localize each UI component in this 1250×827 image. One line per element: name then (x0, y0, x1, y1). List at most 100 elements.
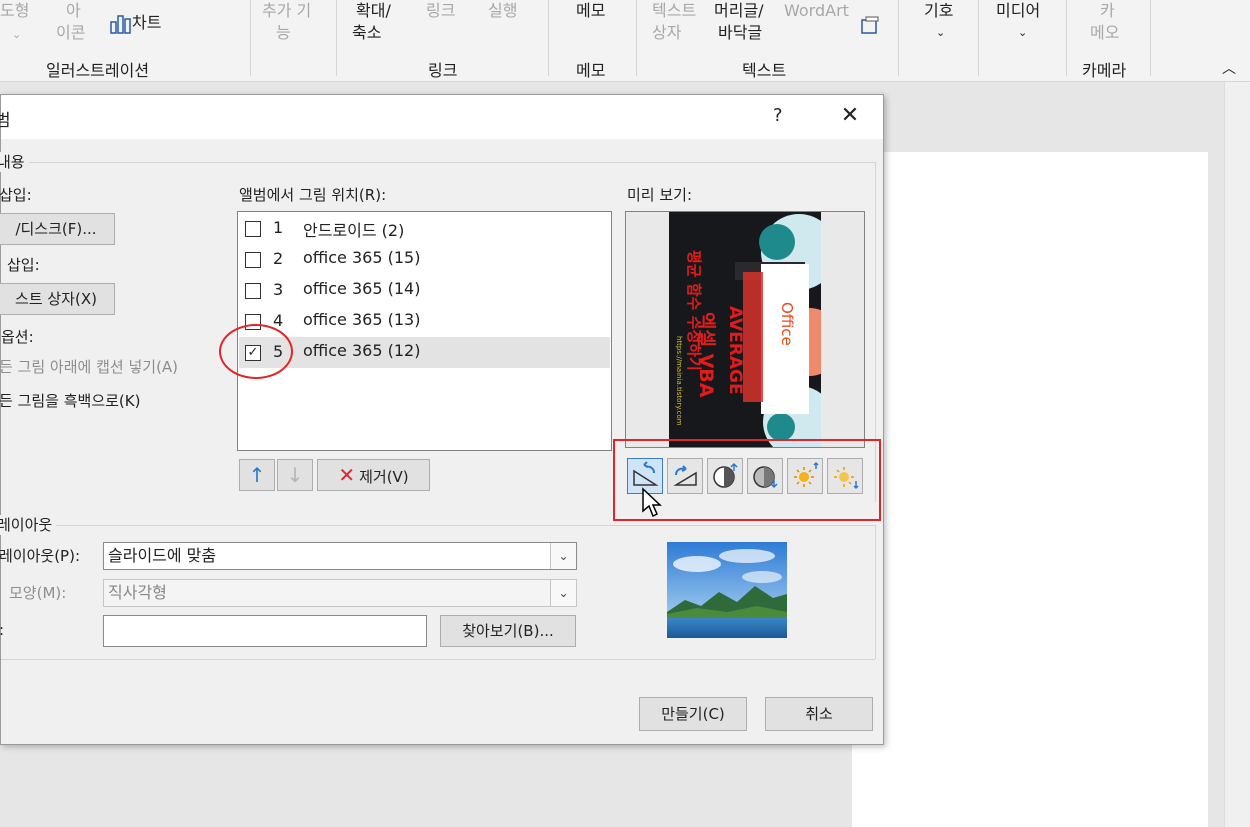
browse-button[interactable]: 찾아보기(B)... (440, 615, 576, 647)
insert-from-label: 삽입: (0, 186, 32, 204)
theme-label: : (0, 620, 4, 640)
move-up-button[interactable]: ↑ (239, 459, 275, 491)
object-icon[interactable] (860, 16, 880, 42)
picture-name: office 365 (13) (303, 310, 421, 329)
mouse-cursor-icon (641, 487, 663, 523)
ribbon-camera-label-2[interactable]: 메오 (1090, 22, 1119, 44)
ribbon-group-text: 텍스트 (742, 61, 787, 80)
remove-button[interactable]: ✕ 제거(V) (317, 459, 430, 491)
layout-section-label: 레이아웃 (0, 515, 57, 535)
theme-input[interactable] (103, 615, 427, 647)
picture-name: office 365 (14) (303, 279, 421, 298)
ribbon-group-links: 링크 (428, 61, 458, 80)
ribbon-chart-button[interactable]: 차트 (110, 12, 161, 34)
pictures-listbox[interactable]: 1 안드로이드 (2) 2 office 365 (15) 3 office 3… (237, 211, 612, 451)
layout-frame-right (875, 525, 876, 659)
list-item[interactable]: 2 office 365 (15) (239, 244, 610, 275)
content-frame-top (1, 162, 875, 163)
chevron-down-icon: ⌄ (936, 26, 946, 39)
preview-subtitle: 평균 함수 수정하기 (685, 250, 703, 371)
ribbon-textbox-label-2[interactable]: 상자 (652, 22, 681, 44)
new-textbox-button[interactable]: 스트 상자(X) (0, 283, 115, 315)
ribbon-comment-label[interactable]: 메모 (576, 0, 605, 22)
chevron-down-icon[interactable]: ⌄ (550, 580, 576, 606)
picture-number: 1 (273, 218, 284, 237)
file-disk-button[interactable]: /디스크(F)... (0, 213, 115, 245)
picture-name: office 365 (15) (303, 248, 421, 267)
ribbon-media-label[interactable]: 미디어 (996, 0, 1040, 22)
list-item[interactable]: 1 안드로이드 (2) (239, 213, 610, 244)
list-item[interactable]: 4 office 365 (13) (239, 306, 610, 337)
picture-layout-label: 레이아웃(P): (0, 547, 81, 565)
create-button[interactable]: 만들기(C) (639, 697, 747, 731)
preview-image: 엑셀 VBA AVERAGE 평균 함수 수정하기 https://mainia… (669, 212, 821, 447)
remove-button-label: 제거(V) (359, 468, 409, 486)
ribbon-icons-label-1[interactable]: 아 (66, 0, 81, 22)
ribbon: 도형 ⌄ 아 이콘 차트 일러스트레이션 추가 기 능 확대/ 축소 링크 실행… (0, 0, 1250, 82)
picture-checkbox[interactable] (245, 252, 261, 268)
ribbon-camera-label-1[interactable]: 카 (1100, 0, 1115, 22)
ribbon-zoom-label-2[interactable]: 축소 (352, 22, 381, 44)
arrow-down-icon: ↓ (286, 463, 304, 487)
picture-layout-value: 슬라이드에 맞춤 (108, 546, 217, 565)
preview-url: https://mainia.tistory.com (675, 336, 683, 426)
layout-frame-top (1, 525, 875, 526)
ribbon-shapes-label[interactable]: 도형 (0, 0, 29, 22)
ribbon-icons-label-2[interactable]: 이콘 (56, 22, 85, 44)
picture-name: office 365 (12) (303, 341, 421, 360)
ribbon-divider (978, 0, 979, 76)
pictures-in-album-label: 앨범에서 그림 위치(R): (239, 186, 387, 204)
frame-shape-select[interactable]: 직사각형 ⌄ (103, 579, 577, 607)
ribbon-chart-label: 차트 (132, 13, 162, 32)
picture-name: 안드로이드 (2) (303, 221, 405, 240)
content-section-label: 내용 (0, 152, 29, 172)
frame-shape-label: 모양(M): (9, 584, 67, 602)
photo-album-dialog: 범 ? ✕ 내용 삽입: /디스크(F)... 삽입: 스트 상자(X) 옵션:… (0, 94, 884, 745)
office-logo-text: Office (778, 302, 796, 346)
captions-below-checkbox[interactable]: 든 그림 아래에 캡션 넣기(A) (0, 357, 178, 377)
ribbon-addins-label-1[interactable]: 추가 기 (262, 0, 311, 22)
chevron-down-icon: ⌄ (12, 28, 22, 41)
ribbon-group-comments: 메모 (576, 61, 606, 80)
picture-layout-select[interactable]: 슬라이드에 맞춤 ⌄ (103, 542, 577, 570)
cancel-button[interactable]: 취소 (765, 697, 873, 731)
list-item-selected[interactable]: ✓ 5 office 365 (12) (239, 337, 610, 368)
picture-checkbox[interactable] (245, 221, 261, 237)
picture-checkbox[interactable] (245, 283, 261, 299)
move-down-button[interactable]: ↓ (277, 459, 313, 491)
preview-label: 미리 보기: (627, 186, 693, 204)
chevron-down-icon: ⌄ (1018, 26, 1028, 39)
ribbon-addins-label-2[interactable]: 능 (276, 22, 291, 44)
ribbon-header-footer-label-2[interactable]: 바닥글 (718, 22, 762, 44)
ribbon-wordart-label[interactable]: WordArt (784, 0, 849, 22)
ribbon-divider (336, 0, 337, 76)
dialog-titlebar: 범 ? ✕ (0, 95, 883, 139)
ribbon-divider (250, 0, 251, 76)
ribbon-header-footer-label-1[interactable]: 머리글/ (714, 0, 764, 22)
highlight-circle (219, 324, 293, 379)
picture-number: 3 (273, 280, 284, 299)
picture-options-label: 옵션: (1, 328, 34, 346)
ribbon-divider (1150, 0, 1151, 76)
help-button[interactable]: ? (773, 105, 783, 126)
preview-title-line2: AVERAGE (725, 306, 745, 395)
remove-x-icon: ✕ (338, 463, 356, 487)
list-item[interactable]: 3 office 365 (14) (239, 275, 610, 306)
all-black-white-checkbox[interactable]: 든 그림을 흑백으로(K) (0, 391, 140, 411)
ribbon-group-illustrations: 일러스트레이션 (46, 61, 150, 80)
ribbon-divider (1066, 0, 1067, 76)
vertical-scrollbar[interactable] (1224, 82, 1250, 827)
ribbon-zoom-label-1[interactable]: 확대/ (356, 0, 391, 22)
insert-text-label: 삽입: (7, 256, 40, 274)
slide-canvas[interactable] (852, 152, 1208, 827)
ribbon-action-label[interactable]: 실행 (488, 0, 517, 22)
layout-frame-bottom (1, 659, 875, 660)
close-icon[interactable]: ✕ (837, 101, 863, 131)
ribbon-divider (898, 0, 899, 76)
ribbon-link-label[interactable]: 링크 (426, 0, 455, 22)
chevron-down-icon[interactable]: ⌄ (550, 543, 576, 569)
ribbon-textbox-label-1[interactable]: 텍스트 (652, 0, 696, 22)
preview-pane: 엑셀 VBA AVERAGE 평균 함수 수정하기 https://mainia… (625, 211, 865, 448)
ribbon-symbols-label[interactable]: 기호 (924, 0, 953, 22)
collapse-ribbon-icon[interactable]: ︿ (1222, 58, 1236, 80)
